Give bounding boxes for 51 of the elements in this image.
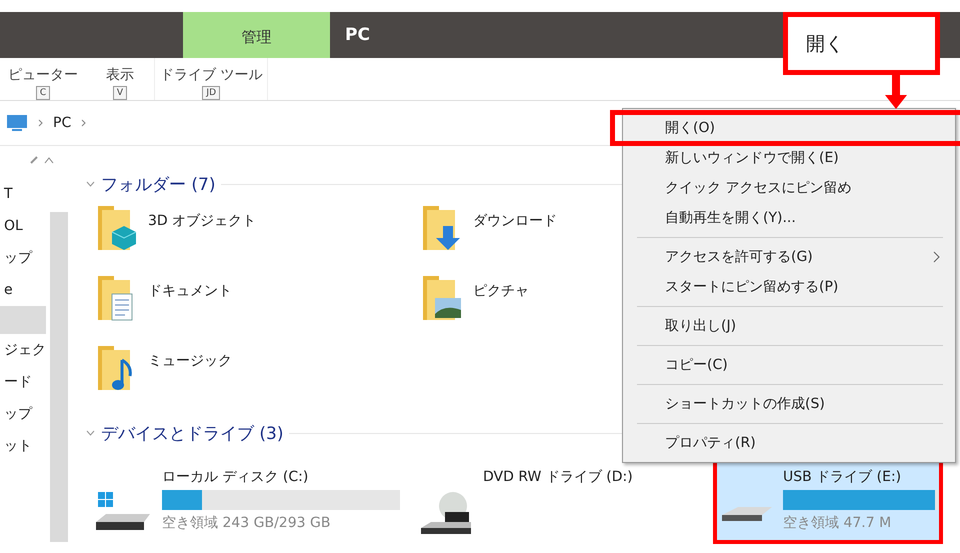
drive-name: USB ドライブ (E:)	[783, 468, 902, 486]
menu-item[interactable]: スタートにピン留めする(P)	[623, 272, 955, 302]
free-space: 空き領域 47.7 M	[783, 514, 892, 532]
drive-tile[interactable]: ローカル ディスク (C:) 空き領域 243 GB/293 GB	[86, 450, 411, 544]
free-space: 空き領域 243 GB/293 GB	[162, 514, 332, 532]
nav-item[interactable]: e	[0, 274, 46, 306]
folder-name[interactable]: ピクチャ	[473, 274, 529, 300]
collapse-icon[interactable]	[86, 181, 95, 187]
drive-name: ローカル ディスク (C:)	[162, 468, 310, 486]
key-tip: V	[112, 86, 128, 100]
nav-item[interactable]: ジェク	[0, 334, 46, 366]
menu-item[interactable]: ショートカットの作成(S)	[623, 389, 955, 419]
nav-item[interactable]: ップ	[0, 398, 46, 430]
ribbon-tab[interactable]: ドライブ ツール	[160, 66, 262, 84]
callout-label: 開く	[783, 12, 940, 75]
folder-name[interactable]: 3D オブジェクト	[148, 204, 256, 230]
dvd-drive-icon	[419, 490, 473, 534]
nav-item[interactable]: T	[0, 178, 46, 210]
menu-item[interactable]: コピー(C)	[623, 350, 955, 380]
chevron-icon	[38, 119, 43, 127]
chevron-icon	[81, 119, 86, 127]
menu-item[interactable]: アクセスを許可する(G)	[623, 242, 955, 272]
menu-item[interactable]: 取り出し(J)	[623, 311, 955, 341]
menu-item[interactable]: クイック アクセスにピン留め	[623, 173, 955, 203]
usb-drive-icon	[721, 506, 773, 522]
nav-item[interactable]: ット	[0, 430, 46, 462]
key-tip: C	[36, 86, 50, 100]
arrow-icon	[885, 75, 907, 111]
nav-item[interactable]: ード	[0, 366, 46, 398]
collapse-icon[interactable]	[86, 430, 95, 436]
pin-icon	[30, 156, 38, 164]
ribbon-tab[interactable]: ピューター	[8, 66, 78, 84]
computer-icon	[6, 114, 28, 132]
section-header[interactable]: フォルダー (7)	[101, 172, 216, 196]
nav-item[interactable]: ップ	[0, 242, 46, 274]
ribbon-tab[interactable]: 表示	[106, 66, 134, 84]
drive-name: DVD RW ドライブ (D:)	[483, 468, 634, 486]
window-title: PC	[344, 24, 370, 47]
folder-name[interactable]: ダウンロード	[473, 204, 557, 230]
ribbon-tab-group[interactable]: 管理	[183, 12, 330, 58]
scrollbar[interactable]	[50, 212, 68, 542]
menu-item[interactable]: 新しいウィンドウで開く(E)	[623, 143, 955, 173]
section-header[interactable]: デバイスとドライブ (3)	[101, 422, 284, 444]
folder-name[interactable]: ミュージック	[148, 344, 232, 370]
menu-item[interactable]: 自動再生を開く(Y)...	[623, 203, 955, 233]
scroll-up-icon	[44, 156, 54, 164]
menu-item[interactable]: 開く(O)	[613, 113, 960, 143]
key-tip: JD	[202, 86, 220, 100]
breadcrumb[interactable]: PC	[53, 115, 72, 131]
nav-item[interactable]: OL	[0, 210, 46, 242]
folder-name[interactable]: ドキュメント	[148, 274, 232, 300]
